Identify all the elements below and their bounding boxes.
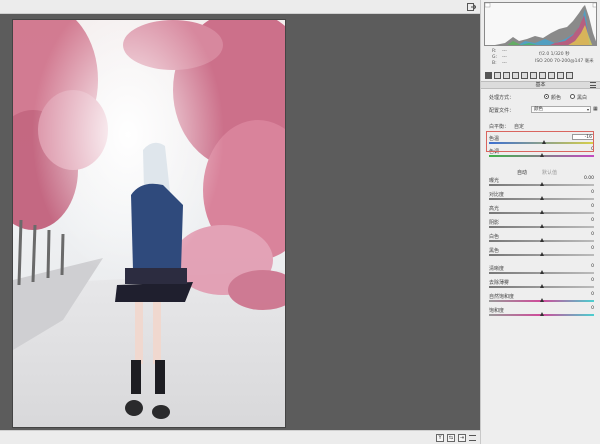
white-balance-value[interactable]: 自定 — [514, 123, 524, 130]
photo-image — [13, 20, 285, 427]
slider-label: 自然饱和度 — [489, 294, 515, 300]
white-balance-label: 白平衡： — [489, 124, 510, 130]
tab-tone-curve-icon[interactable] — [494, 72, 501, 79]
profile-grid-icon[interactable]: ▦ — [593, 106, 598, 112]
slider-row: 曝光 0.00 — [481, 176, 600, 188]
slider-row: 自然饱和度 0 — [481, 292, 600, 304]
slider-row: 清晰度 0 — [481, 264, 600, 276]
slider-thumb[interactable] — [539, 238, 544, 242]
slider-label: 饱和度 — [489, 308, 505, 314]
before-after-y-button[interactable]: Y — [436, 434, 444, 442]
slider-value-field[interactable]: 0 — [572, 264, 594, 270]
slider-label: 黑色 — [489, 248, 500, 254]
b-value: --- — [502, 61, 507, 66]
slider-value-field[interactable]: 0.00 — [572, 176, 594, 182]
slider-thumb[interactable] — [539, 210, 544, 214]
processing-row: 处理方式： 颜色 黑白 — [481, 93, 600, 105]
top-toolbar — [0, 0, 480, 14]
slider-value-field[interactable]: 0 — [572, 306, 594, 312]
slider-label: 高光 — [489, 206, 500, 212]
slider-row: 黑色 0 — [481, 246, 600, 258]
photo-preview[interactable] — [12, 19, 286, 428]
slider-value-field[interactable]: 0 — [572, 218, 594, 224]
tab-hsl-icon[interactable] — [512, 72, 519, 79]
section-menu-icon[interactable] — [590, 82, 596, 88]
slider-row: 高光 0 — [481, 204, 600, 216]
slider-value-field[interactable]: 0 — [572, 278, 594, 284]
chevron-down-icon: ▾ — [586, 107, 589, 112]
slider-label: 曝光 — [489, 178, 500, 184]
tab-split-toning-icon[interactable] — [521, 72, 528, 79]
camera-iso-lens-info: ISO 200 70-200@147 毫米 — [535, 59, 594, 64]
radio-bw[interactable] — [570, 94, 575, 99]
profile-value: 颜色 — [534, 107, 543, 112]
slider-row: 白色 0 — [481, 232, 600, 244]
profile-row: 配置文件： 颜色 ▾ ▦ — [481, 106, 600, 118]
r-label: R: — [492, 49, 497, 54]
section-title: 基本 — [481, 81, 600, 89]
slider-value-field[interactable]: 0 — [572, 190, 594, 196]
r-value: --- — [502, 49, 507, 54]
menu-icon[interactable] — [469, 435, 476, 441]
auto-button[interactable]: 自动 — [517, 169, 527, 176]
color-option-label: 颜色 — [551, 95, 562, 101]
slider-thumb[interactable] — [539, 196, 544, 200]
slider-row: 对比度 0 — [481, 190, 600, 202]
adjustment-panel: R: --- G: --- B: --- f/2.0 1/320 秒 ISO 2… — [480, 0, 600, 444]
g-label: G: — [492, 55, 498, 60]
slider-value-field[interactable]: 0 — [572, 292, 594, 298]
slider-thumb[interactable] — [539, 298, 544, 302]
before-after-swap-button[interactable]: ⇆ — [447, 434, 455, 442]
tab-basic-icon[interactable] — [485, 72, 492, 79]
slider-label: 阴影 — [489, 220, 500, 226]
slider-thumb[interactable] — [539, 270, 544, 274]
slider-thumb[interactable] — [539, 284, 544, 288]
tab-lens-icon[interactable] — [530, 72, 537, 79]
slider-label: 对比度 — [489, 192, 505, 198]
slider-thumb[interactable] — [539, 153, 544, 157]
slider-label: 清晰度 — [489, 266, 505, 272]
panel-tabs — [483, 71, 599, 80]
tab-detail-icon[interactable] — [503, 72, 510, 79]
camera-exposure-info: f/2.0 1/320 秒 — [539, 52, 570, 57]
tab-snapshots-icon[interactable] — [566, 72, 573, 79]
tab-calibration-icon[interactable] — [548, 72, 555, 79]
slider-value-field[interactable]: 0 — [572, 232, 594, 238]
before-after-copy-button[interactable]: ⇥ — [458, 434, 466, 442]
processing-label: 处理方式： — [489, 95, 515, 101]
bottom-toolbar: Y ⇆ ⇥ — [0, 430, 480, 444]
slider-value-field[interactable]: 0 — [572, 246, 594, 252]
histogram — [484, 2, 597, 46]
profile-select[interactable]: 颜色 ▾ — [531, 106, 591, 113]
b-label: B: — [492, 61, 497, 66]
pixel-info: R: --- G: --- B: --- f/2.0 1/320 秒 ISO 2… — [484, 49, 598, 69]
bw-option-label: 黑白 — [577, 95, 588, 101]
temperature-highlight-box — [486, 131, 594, 152]
slider-label: 去除薄雾 — [489, 280, 510, 286]
exit-icon[interactable] — [467, 3, 476, 11]
radio-color[interactable] — [544, 94, 549, 99]
slider-row: 阴影 0 — [481, 218, 600, 230]
slider-thumb[interactable] — [539, 224, 544, 228]
image-canvas — [0, 14, 480, 430]
slider-row: 去除薄雾 0 — [481, 278, 600, 290]
slider-value-field[interactable]: 0 — [572, 204, 594, 210]
tab-effects-icon[interactable] — [539, 72, 546, 79]
slider-thumb[interactable] — [539, 252, 544, 256]
slider-thumb[interactable] — [539, 312, 544, 316]
default-button[interactable]: 默认值 — [542, 169, 557, 176]
slider-label: 白色 — [489, 234, 500, 240]
tab-presets-icon[interactable] — [557, 72, 564, 79]
slider-thumb[interactable] — [539, 182, 544, 186]
profile-label: 配置文件： — [489, 108, 515, 114]
slider-row: 饱和度 0 — [481, 306, 600, 318]
g-value: --- — [502, 55, 507, 60]
